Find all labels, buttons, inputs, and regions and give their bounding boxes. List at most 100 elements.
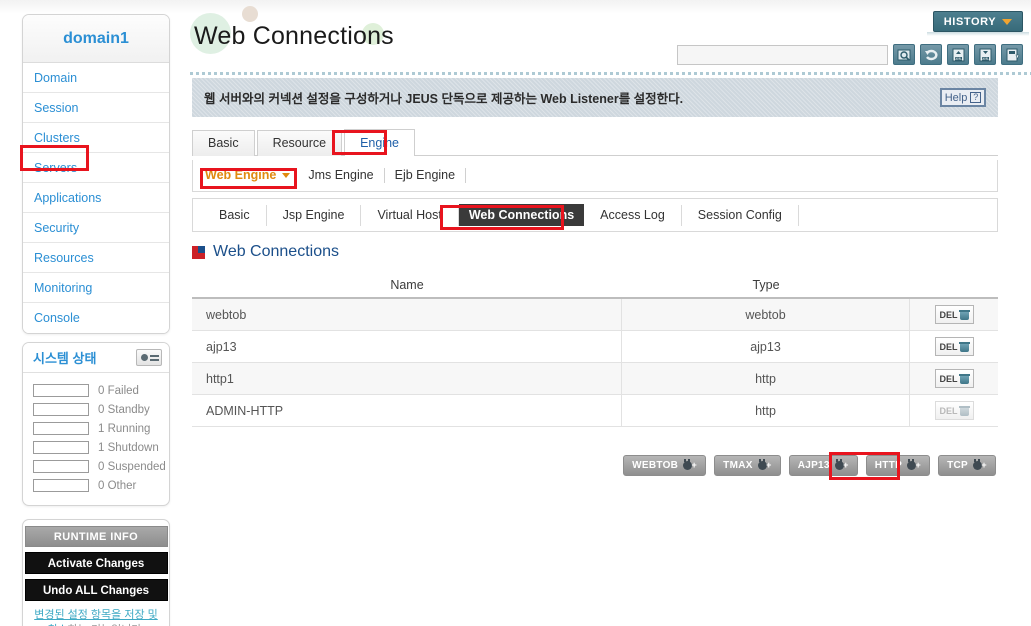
history-button[interactable]: HISTORY	[933, 11, 1023, 32]
add-plug-icon	[907, 459, 921, 472]
tab-basic[interactable]: Basic	[192, 130, 255, 156]
description-banner: 웹 서버와의 커넥션 설정을 구성하거나 JEUS 단독으로 제공하는 Web …	[192, 78, 998, 117]
cell-actions: DEL	[910, 331, 998, 362]
trash-icon	[958, 341, 970, 352]
cell-actions: DEL	[910, 363, 998, 394]
status-label-suspended: Suspended	[107, 460, 166, 473]
cell-name: ADMIN-HTTP	[192, 395, 622, 426]
add-tmax-label: TMAX	[723, 460, 753, 471]
sidebar-item-resources[interactable]: Resources	[23, 243, 169, 273]
system-status-title: 시스템 상태	[33, 351, 97, 366]
add-ajp13-label: AJP13	[797, 460, 830, 471]
delete-label: DEL	[939, 405, 958, 416]
primary-tabs: Basic Resource Engine	[192, 129, 998, 156]
refresh-icon[interactable]	[920, 44, 942, 65]
toolbar: XML XML	[677, 44, 1023, 65]
add-plug-icon	[973, 459, 987, 472]
history-label: HISTORY	[943, 15, 997, 28]
description-text: 웹 서버와의 커넥션 설정을 구성하거나 JEUS 단독으로 제공하는 Web …	[204, 92, 684, 106]
subtab-access-log[interactable]: Access Log	[584, 204, 682, 226]
delete-button-disabled: DEL	[934, 401, 974, 420]
add-http-label: HTTP	[874, 460, 903, 471]
section-title: Web Connections	[213, 243, 339, 260]
domain-title: domain1	[23, 15, 169, 63]
sidebar-item-session[interactable]: Session	[23, 93, 169, 123]
status-bar-other	[33, 479, 89, 492]
engine-selector-row: Web Engine Jms Engine Ejb Engine	[192, 160, 998, 192]
sidebar-item-servers[interactable]: Servers	[23, 153, 169, 183]
status-row-shutdown: 1 Shutdown	[23, 438, 169, 457]
runtime-panel: RUNTIME INFO Activate Changes Undo ALL C…	[22, 519, 170, 626]
header-divider	[190, 72, 1031, 75]
section-header: Web Connections	[192, 243, 339, 261]
sidebar-item-applications[interactable]: Applications	[23, 183, 169, 213]
search-icon[interactable]	[893, 44, 915, 65]
sidebar-item-monitoring[interactable]: Monitoring	[23, 273, 169, 303]
subtab-basic[interactable]: Basic	[203, 204, 267, 226]
status-count-running: 1	[98, 422, 105, 435]
delete-button[interactable]: DEL	[934, 305, 974, 324]
add-webtob-label: WEBTOB	[632, 460, 679, 471]
monitor-icon[interactable]	[136, 349, 162, 366]
trash-icon	[958, 405, 970, 416]
delete-label: DEL	[939, 341, 958, 352]
sidebar-item-domain[interactable]: Domain	[23, 63, 169, 93]
table-row[interactable]: ajp13 ajp13 DEL	[192, 331, 998, 363]
question-mark-icon: ?	[970, 92, 982, 103]
section-square-icon	[192, 245, 205, 259]
subtab-web-connections[interactable]: Web Connections	[458, 204, 585, 226]
search-input[interactable]	[677, 44, 888, 65]
cell-actions: DEL	[910, 395, 998, 426]
sidebar-item-clusters[interactable]: Clusters	[23, 123, 169, 153]
tab-engine[interactable]: Engine	[344, 129, 416, 156]
status-bar-suspended	[33, 460, 89, 473]
sidebar-nav-panel: domain1 Domain Session Clusters Servers …	[22, 14, 170, 334]
action-buttons: WEBTOB TMAX AJP13 HTTP TCP	[192, 455, 998, 476]
subtab-jsp-engine[interactable]: Jsp Engine	[267, 204, 362, 226]
subtab-virtual-host[interactable]: Virtual Host	[361, 204, 459, 226]
status-row-suspended: 0 Suspended	[23, 457, 169, 476]
status-row-failed: 0 Failed	[23, 381, 169, 400]
status-row-other: 0 Other	[23, 476, 169, 495]
decor-circle-beige	[242, 6, 258, 22]
system-status-header: 시스템 상태	[23, 343, 169, 373]
cell-type: http	[622, 363, 910, 394]
status-label-standby: Standby	[107, 403, 150, 416]
xml-export-icon[interactable]: XML	[974, 44, 996, 65]
table-row[interactable]: http1 http DEL	[192, 363, 998, 395]
cell-type: ajp13	[622, 331, 910, 362]
add-tcp-button[interactable]: TCP	[938, 455, 996, 476]
engine-web[interactable]: Web Engine	[205, 168, 294, 183]
table-row[interactable]: webtob webtob DEL	[192, 299, 998, 331]
status-count-shutdown: 1	[98, 441, 105, 454]
sidebar-item-security[interactable]: Security	[23, 213, 169, 243]
tab-resource[interactable]: Resource	[256, 130, 343, 156]
add-webtob-button[interactable]: WEBTOB	[623, 455, 707, 476]
trash-icon	[958, 309, 970, 320]
activate-changes-button[interactable]: Activate Changes	[24, 552, 168, 574]
engine-ejb[interactable]: Ejb Engine	[395, 168, 467, 183]
delete-button[interactable]: DEL	[934, 337, 974, 356]
sidebar: domain1 Domain Session Clusters Servers …	[22, 14, 170, 626]
status-row-standby: 0 Standby	[23, 400, 169, 419]
status-bar-shutdown	[33, 441, 89, 454]
backup-icon[interactable]	[1001, 44, 1023, 65]
delete-button[interactable]: DEL	[934, 369, 974, 388]
subtab-session-config[interactable]: Session Config	[682, 204, 799, 226]
runtime-info-button[interactable]: RUNTIME INFO	[24, 526, 168, 547]
column-header-type: Type	[752, 277, 780, 292]
cell-actions: DEL	[910, 299, 998, 330]
status-bar-running	[33, 422, 89, 435]
undo-all-changes-button[interactable]: Undo ALL Changes	[24, 579, 168, 601]
table-row[interactable]: ADMIN-HTTP http DEL	[192, 395, 998, 427]
delete-label: DEL	[939, 309, 958, 320]
help-button[interactable]: Help ?	[940, 88, 986, 107]
add-tmax-button[interactable]: TMAX	[714, 455, 781, 476]
web-connections-table: Name Type webtob webtob DEL ajp13 ajp13	[192, 272, 998, 427]
add-http-button[interactable]: HTTP	[865, 455, 931, 476]
xml-import-icon[interactable]: XML	[947, 44, 969, 65]
engine-jms[interactable]: Jms Engine	[308, 168, 385, 183]
sub-tabs: Basic Jsp Engine Virtual Host Web Connec…	[192, 198, 998, 232]
sidebar-item-console[interactable]: Console	[23, 303, 169, 333]
add-ajp13-button[interactable]: AJP13	[788, 455, 858, 476]
